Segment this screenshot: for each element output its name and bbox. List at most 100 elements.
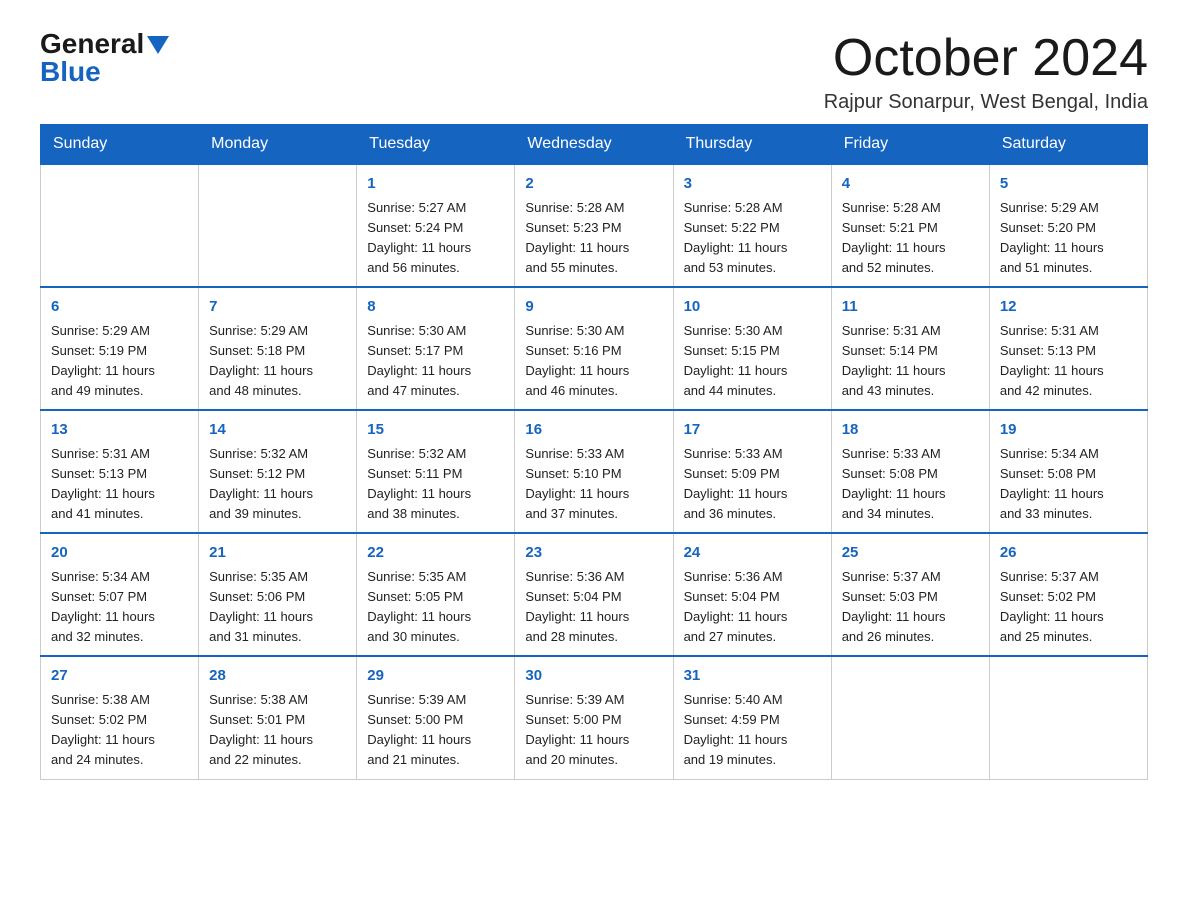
calendar-week-row: 13Sunrise: 5:31 AM Sunset: 5:13 PM Dayli…: [41, 410, 1148, 533]
day-number: 30: [525, 665, 662, 688]
day-number: 14: [209, 419, 346, 442]
day-number: 11: [842, 296, 979, 319]
calendar-cell: 5Sunrise: 5:29 AM Sunset: 5:20 PM Daylig…: [989, 164, 1147, 287]
calendar-week-row: 1Sunrise: 5:27 AM Sunset: 5:24 PM Daylig…: [41, 164, 1148, 287]
day-info: Sunrise: 5:32 AM Sunset: 5:11 PM Dayligh…: [367, 444, 504, 525]
day-info: Sunrise: 5:30 AM Sunset: 5:15 PM Dayligh…: [684, 321, 821, 402]
day-info: Sunrise: 5:27 AM Sunset: 5:24 PM Dayligh…: [367, 198, 504, 279]
calendar-cell: 19Sunrise: 5:34 AM Sunset: 5:08 PM Dayli…: [989, 410, 1147, 533]
calendar-cell: [199, 164, 357, 287]
calendar-week-row: 6Sunrise: 5:29 AM Sunset: 5:19 PM Daylig…: [41, 287, 1148, 410]
calendar-day-header: Sunday: [41, 125, 199, 165]
day-number: 2: [525, 173, 662, 196]
calendar-cell: 12Sunrise: 5:31 AM Sunset: 5:13 PM Dayli…: [989, 287, 1147, 410]
day-info: Sunrise: 5:28 AM Sunset: 5:22 PM Dayligh…: [684, 198, 821, 279]
day-number: 26: [1000, 542, 1137, 565]
calendar-cell: 18Sunrise: 5:33 AM Sunset: 5:08 PM Dayli…: [831, 410, 989, 533]
day-info: Sunrise: 5:37 AM Sunset: 5:02 PM Dayligh…: [1000, 567, 1137, 648]
calendar-cell: [989, 656, 1147, 779]
calendar-day-header: Thursday: [673, 125, 831, 165]
calendar-cell: 1Sunrise: 5:27 AM Sunset: 5:24 PM Daylig…: [357, 164, 515, 287]
day-info: Sunrise: 5:39 AM Sunset: 5:00 PM Dayligh…: [367, 690, 504, 771]
calendar-day-header: Saturday: [989, 125, 1147, 165]
calendar-cell: 25Sunrise: 5:37 AM Sunset: 5:03 PM Dayli…: [831, 533, 989, 656]
day-info: Sunrise: 5:36 AM Sunset: 5:04 PM Dayligh…: [684, 567, 821, 648]
logo-blue: Blue: [40, 56, 101, 87]
day-info: Sunrise: 5:38 AM Sunset: 5:02 PM Dayligh…: [51, 690, 188, 771]
day-info: Sunrise: 5:31 AM Sunset: 5:13 PM Dayligh…: [1000, 321, 1137, 402]
day-number: 10: [684, 296, 821, 319]
day-info: Sunrise: 5:33 AM Sunset: 5:10 PM Dayligh…: [525, 444, 662, 525]
day-number: 19: [1000, 419, 1137, 442]
calendar-cell: 9Sunrise: 5:30 AM Sunset: 5:16 PM Daylig…: [515, 287, 673, 410]
calendar-day-header: Tuesday: [357, 125, 515, 165]
day-info: Sunrise: 5:38 AM Sunset: 5:01 PM Dayligh…: [209, 690, 346, 771]
day-number: 12: [1000, 296, 1137, 319]
day-info: Sunrise: 5:33 AM Sunset: 5:09 PM Dayligh…: [684, 444, 821, 525]
day-info: Sunrise: 5:29 AM Sunset: 5:18 PM Dayligh…: [209, 321, 346, 402]
day-info: Sunrise: 5:29 AM Sunset: 5:20 PM Dayligh…: [1000, 198, 1137, 279]
day-number: 15: [367, 419, 504, 442]
day-info: Sunrise: 5:39 AM Sunset: 5:00 PM Dayligh…: [525, 690, 662, 771]
calendar-cell: 16Sunrise: 5:33 AM Sunset: 5:10 PM Dayli…: [515, 410, 673, 533]
calendar-cell: 4Sunrise: 5:28 AM Sunset: 5:21 PM Daylig…: [831, 164, 989, 287]
calendar-week-row: 27Sunrise: 5:38 AM Sunset: 5:02 PM Dayli…: [41, 656, 1148, 779]
calendar-cell: [831, 656, 989, 779]
day-number: 28: [209, 665, 346, 688]
day-info: Sunrise: 5:34 AM Sunset: 5:08 PM Dayligh…: [1000, 444, 1137, 525]
day-number: 1: [367, 173, 504, 196]
day-number: 29: [367, 665, 504, 688]
calendar-table: SundayMondayTuesdayWednesdayThursdayFrid…: [40, 124, 1148, 779]
day-number: 17: [684, 419, 821, 442]
calendar-cell: 23Sunrise: 5:36 AM Sunset: 5:04 PM Dayli…: [515, 533, 673, 656]
day-number: 24: [684, 542, 821, 565]
day-number: 18: [842, 419, 979, 442]
page-header: General Blue October 2024 Rajpur Sonarpu…: [40, 30, 1148, 114]
calendar-cell: 30Sunrise: 5:39 AM Sunset: 5:00 PM Dayli…: [515, 656, 673, 779]
calendar-cell: 13Sunrise: 5:31 AM Sunset: 5:13 PM Dayli…: [41, 410, 199, 533]
calendar-header-row: SundayMondayTuesdayWednesdayThursdayFrid…: [41, 125, 1148, 165]
calendar-cell: 8Sunrise: 5:30 AM Sunset: 5:17 PM Daylig…: [357, 287, 515, 410]
calendar-cell: 28Sunrise: 5:38 AM Sunset: 5:01 PM Dayli…: [199, 656, 357, 779]
day-info: Sunrise: 5:36 AM Sunset: 5:04 PM Dayligh…: [525, 567, 662, 648]
day-info: Sunrise: 5:35 AM Sunset: 5:06 PM Dayligh…: [209, 567, 346, 648]
day-info: Sunrise: 5:37 AM Sunset: 5:03 PM Dayligh…: [842, 567, 979, 648]
title-block: October 2024 Rajpur Sonarpur, West Benga…: [824, 30, 1148, 114]
calendar-day-header: Monday: [199, 125, 357, 165]
day-number: 22: [367, 542, 504, 565]
calendar-cell: 6Sunrise: 5:29 AM Sunset: 5:19 PM Daylig…: [41, 287, 199, 410]
day-number: 8: [367, 296, 504, 319]
day-info: Sunrise: 5:40 AM Sunset: 4:59 PM Dayligh…: [684, 690, 821, 771]
day-number: 31: [684, 665, 821, 688]
calendar-cell: 14Sunrise: 5:32 AM Sunset: 5:12 PM Dayli…: [199, 410, 357, 533]
calendar-cell: 24Sunrise: 5:36 AM Sunset: 5:04 PM Dayli…: [673, 533, 831, 656]
day-info: Sunrise: 5:30 AM Sunset: 5:16 PM Dayligh…: [525, 321, 662, 402]
calendar-day-header: Friday: [831, 125, 989, 165]
day-number: 16: [525, 419, 662, 442]
calendar-cell: 10Sunrise: 5:30 AM Sunset: 5:15 PM Dayli…: [673, 287, 831, 410]
day-number: 23: [525, 542, 662, 565]
calendar-cell: 27Sunrise: 5:38 AM Sunset: 5:02 PM Dayli…: [41, 656, 199, 779]
calendar-cell: 26Sunrise: 5:37 AM Sunset: 5:02 PM Dayli…: [989, 533, 1147, 656]
calendar-cell: 2Sunrise: 5:28 AM Sunset: 5:23 PM Daylig…: [515, 164, 673, 287]
day-info: Sunrise: 5:28 AM Sunset: 5:21 PM Dayligh…: [842, 198, 979, 279]
calendar-cell: 31Sunrise: 5:40 AM Sunset: 4:59 PM Dayli…: [673, 656, 831, 779]
day-number: 25: [842, 542, 979, 565]
day-number: 6: [51, 296, 188, 319]
day-number: 4: [842, 173, 979, 196]
day-info: Sunrise: 5:33 AM Sunset: 5:08 PM Dayligh…: [842, 444, 979, 525]
day-info: Sunrise: 5:30 AM Sunset: 5:17 PM Dayligh…: [367, 321, 504, 402]
logo-arrow-icon: [147, 36, 169, 54]
day-number: 7: [209, 296, 346, 319]
calendar-subtitle: Rajpur Sonarpur, West Bengal, India: [824, 91, 1148, 114]
day-info: Sunrise: 5:32 AM Sunset: 5:12 PM Dayligh…: [209, 444, 346, 525]
day-number: 27: [51, 665, 188, 688]
calendar-cell: 22Sunrise: 5:35 AM Sunset: 5:05 PM Dayli…: [357, 533, 515, 656]
calendar-cell: 15Sunrise: 5:32 AM Sunset: 5:11 PM Dayli…: [357, 410, 515, 533]
logo: General Blue: [40, 30, 169, 86]
day-number: 3: [684, 173, 821, 196]
calendar-cell: 3Sunrise: 5:28 AM Sunset: 5:22 PM Daylig…: [673, 164, 831, 287]
calendar-week-row: 20Sunrise: 5:34 AM Sunset: 5:07 PM Dayli…: [41, 533, 1148, 656]
logo-general: General: [40, 30, 144, 58]
calendar-cell: 21Sunrise: 5:35 AM Sunset: 5:06 PM Dayli…: [199, 533, 357, 656]
